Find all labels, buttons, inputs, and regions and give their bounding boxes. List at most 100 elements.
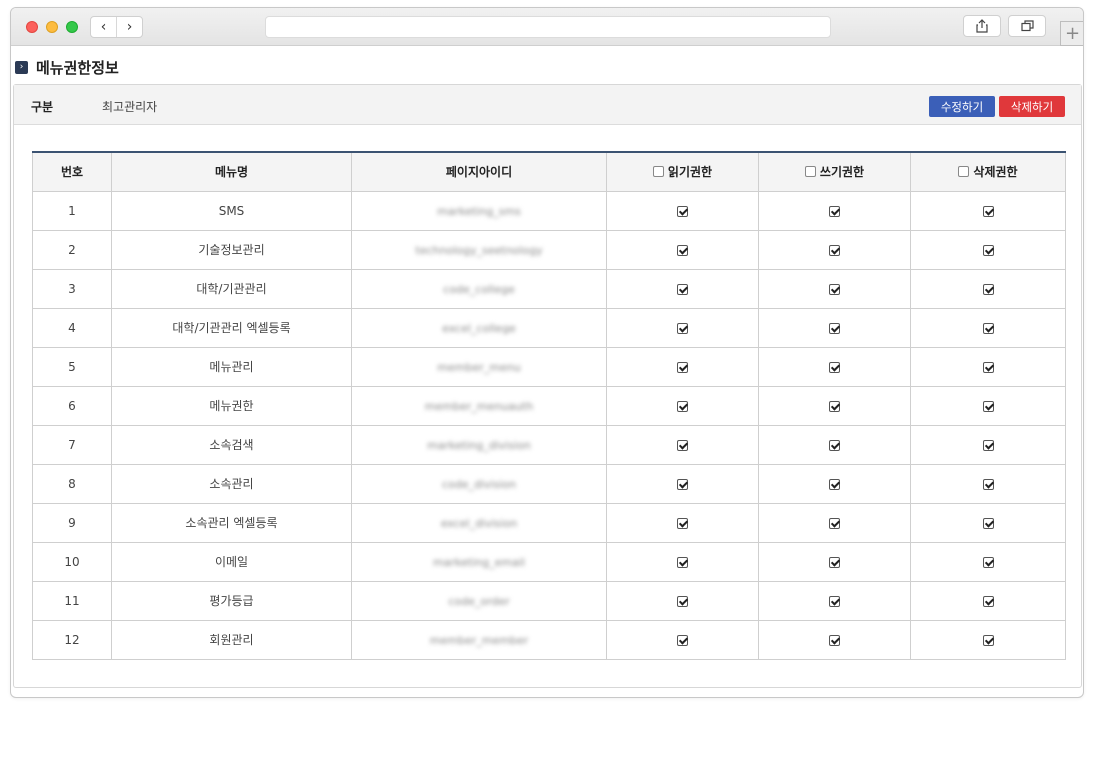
row-number: 11 (32, 580, 112, 621)
read-permission-checkbox[interactable] (677, 517, 688, 529)
delete-permission-checkbox[interactable] (982, 634, 994, 646)
row-number-text: 8 (68, 476, 76, 491)
page-id-text: marketing_sms (437, 204, 521, 218)
menu-name-text: 소속관리 (209, 477, 254, 491)
delete-permission-cell (910, 541, 1066, 582)
page-id: marketing_division (351, 424, 607, 465)
read-permission-cell (606, 346, 759, 387)
read-permission-cell (606, 424, 759, 465)
write-permission-checkbox[interactable] (829, 205, 840, 217)
menu-name: SMS (111, 190, 352, 231)
read-permission-cell (606, 463, 759, 504)
delete-permission-checkbox[interactable] (982, 400, 994, 412)
write-permission-checkbox[interactable] (829, 400, 840, 412)
col-header-read: 읽기권한 (606, 151, 759, 192)
table-row: 10 이메일 marketing_email (32, 541, 1066, 582)
close-window-button[interactable] (26, 21, 38, 33)
select-all-read-checkbox[interactable] (652, 166, 664, 178)
share-button[interactable] (963, 15, 1001, 37)
page-id-text: marketing_division (427, 438, 531, 452)
delete-permission-checkbox[interactable] (982, 244, 994, 256)
read-permission-checkbox[interactable] (677, 361, 688, 373)
row-number-text: 11 (64, 593, 80, 608)
delete-permission-checkbox[interactable] (982, 322, 994, 334)
write-permission-checkbox[interactable] (829, 322, 840, 334)
row-number: 10 (32, 541, 112, 582)
back-button[interactable]: ‹ (91, 17, 116, 37)
read-permission-checkbox[interactable] (677, 400, 688, 412)
read-permission-cell (606, 229, 759, 270)
address-bar[interactable] (265, 16, 831, 38)
delete-permission-checkbox[interactable] (982, 361, 994, 373)
minimize-window-button[interactable] (46, 21, 58, 33)
select-all-write-checkbox[interactable] (804, 166, 816, 178)
read-permission-checkbox[interactable] (677, 322, 688, 334)
write-permission-checkbox[interactable] (829, 478, 840, 490)
delete-permission-cell (910, 307, 1066, 348)
delete-permission-checkbox[interactable] (982, 478, 994, 490)
page-id: technology_seetnology (351, 229, 607, 270)
col-header-no: 번호 (32, 151, 112, 192)
menu-name: 소속관리 (111, 463, 352, 504)
chevron-right-icon: › (15, 61, 28, 74)
permission-table: 번호 메뉴명 페이지아이디 읽기권한 쓰기권한 삭제권한 1 SMS marke… (32, 151, 1066, 660)
row-number-text: 6 (68, 398, 76, 413)
delete-permission-checkbox[interactable] (982, 439, 994, 451)
new-tab-button[interactable]: + (1060, 21, 1083, 46)
select-all-delete-checkbox[interactable] (958, 166, 970, 178)
write-permission-cell (758, 346, 911, 387)
read-permission-checkbox[interactable] (677, 205, 688, 217)
write-permission-checkbox[interactable] (829, 517, 840, 529)
edit-button[interactable]: 수정하기 (929, 96, 995, 117)
page-id: member_menu (351, 346, 607, 387)
delete-permission-cell (910, 502, 1066, 543)
write-permission-cell (758, 580, 911, 621)
write-permission-cell (758, 502, 911, 543)
write-permission-checkbox[interactable] (829, 439, 840, 451)
table-row: 7 소속검색 marketing_division (32, 424, 1066, 465)
write-permission-cell (758, 385, 911, 426)
write-permission-checkbox[interactable] (829, 361, 840, 373)
delete-permission-checkbox[interactable] (982, 283, 994, 295)
delete-permission-checkbox[interactable] (982, 205, 994, 217)
menu-name: 메뉴관리 (111, 346, 352, 387)
read-permission-checkbox[interactable] (677, 595, 688, 607)
page-id-text: member_menu (437, 360, 521, 374)
delete-permission-cell (910, 619, 1066, 660)
write-permission-checkbox[interactable] (829, 634, 840, 646)
read-permission-checkbox[interactable] (677, 244, 688, 256)
browser-window: ‹ › + › 메뉴권한정보 구분 최고관리자 수정하기 삭제하기 번호 메뉴명… (10, 7, 1084, 698)
read-permission-checkbox[interactable] (677, 283, 688, 295)
write-permission-checkbox[interactable] (829, 556, 840, 568)
delete-permission-cell (910, 346, 1066, 387)
page-id-text: code_division (441, 477, 517, 491)
write-permission-cell (758, 229, 911, 270)
read-permission-checkbox[interactable] (677, 478, 688, 490)
table-row: 11 평가등급 code_order (32, 580, 1066, 621)
maximize-window-button[interactable] (66, 21, 78, 33)
page-id-text: marketing_email (433, 555, 525, 569)
row-number: 8 (32, 463, 112, 504)
forward-button[interactable]: › (116, 17, 142, 37)
write-permission-checkbox[interactable] (829, 283, 840, 295)
delete-permission-checkbox[interactable] (982, 595, 994, 607)
menu-name-text: 이메일 (214, 555, 249, 569)
delete-permission-cell (910, 190, 1066, 231)
write-permission-cell (758, 307, 911, 348)
tabs-icon (1020, 20, 1034, 32)
read-permission-checkbox[interactable] (677, 634, 688, 646)
tabs-button[interactable] (1008, 15, 1046, 37)
delete-permission-checkbox[interactable] (982, 517, 994, 529)
write-permission-cell (758, 424, 911, 465)
page-id-text: excel_college (442, 321, 516, 335)
delete-permission-checkbox[interactable] (982, 556, 994, 568)
read-permission-checkbox[interactable] (677, 556, 688, 568)
write-permission-checkbox[interactable] (829, 244, 840, 256)
page-id: code_college (351, 268, 607, 309)
write-permission-checkbox[interactable] (829, 595, 840, 607)
read-permission-checkbox[interactable] (677, 439, 688, 451)
delete-button[interactable]: 삭제하기 (999, 96, 1065, 117)
page-title: 메뉴권한정보 (36, 59, 119, 77)
page-content: › 메뉴권한정보 구분 최고관리자 수정하기 삭제하기 번호 메뉴명 페이지아이… (11, 47, 1083, 697)
delete-permission-cell (910, 424, 1066, 465)
